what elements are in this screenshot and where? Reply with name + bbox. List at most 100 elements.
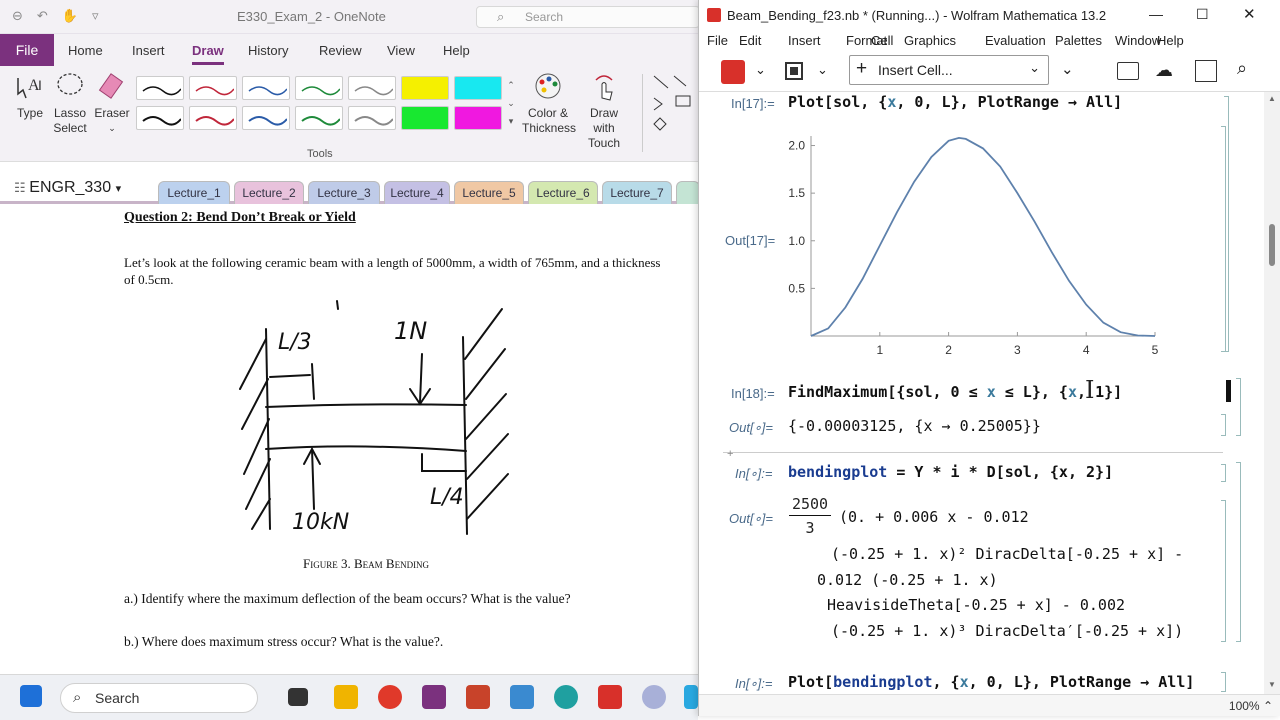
pen-blue-2[interactable] bbox=[242, 106, 290, 130]
onenote-page[interactable]: Question 2: Bend Don’t Break or Yield Le… bbox=[0, 204, 700, 674]
notebook-icon[interactable] bbox=[1195, 60, 1217, 82]
edge-icon[interactable] bbox=[554, 685, 578, 709]
draw-with-touch-tool[interactable]: Draw with Touch bbox=[578, 72, 630, 151]
taskbar-search[interactable]: ⌕ Search bbox=[60, 683, 258, 713]
findmaximum-input-cell[interactable]: FindMaximum[{sol, 0 ≤ x ≤ L}, {x, 1}] bbox=[788, 383, 1122, 401]
section-tab-3[interactable]: Lecture_3 bbox=[308, 181, 380, 204]
section-tab-7[interactable]: Lecture_7 bbox=[602, 181, 672, 204]
app-icon-partial[interactable] bbox=[684, 685, 698, 709]
eraser-dropdown-icon[interactable]: ⌄ bbox=[92, 121, 132, 136]
lasso-select-tool[interactable]: Lasso Select bbox=[50, 72, 90, 136]
cell-bracket[interactable] bbox=[1221, 414, 1226, 436]
cell-bracket[interactable] bbox=[1221, 464, 1226, 482]
tab-insert[interactable]: Insert bbox=[132, 43, 165, 58]
bendingplot-input-cell[interactable]: bendingplot = Y * i * D[sol, {x, 2}] bbox=[788, 463, 1113, 481]
tab-review[interactable]: Review bbox=[319, 43, 362, 58]
menu-window[interactable]: Window bbox=[1115, 33, 1161, 48]
menu-insert[interactable]: Insert bbox=[788, 33, 821, 48]
section-tab-6[interactable]: Lecture_6 bbox=[528, 181, 598, 204]
eraser-tool[interactable]: Eraser ⌄ bbox=[92, 72, 132, 136]
file-explorer-icon[interactable] bbox=[334, 685, 358, 709]
cloud-upload-icon[interactable]: ☁ bbox=[1155, 60, 1173, 81]
scrollbar-thumb[interactable] bbox=[1269, 224, 1275, 266]
zoom-level[interactable]: 100% ⌃ bbox=[1229, 699, 1273, 713]
section-tab-4[interactable]: Lecture_4 bbox=[384, 181, 450, 204]
highlighter-cyan[interactable] bbox=[454, 76, 502, 100]
menu-palettes[interactable]: Palettes bbox=[1055, 33, 1102, 48]
search-icon[interactable]: ⌕ bbox=[1237, 58, 1247, 79]
double-chevron-icon[interactable]: ⌄ bbox=[1061, 60, 1074, 78]
notebook-content[interactable]: In[17]:= Plot[sol, {x, 0, L}, PlotRange … bbox=[699, 92, 1264, 694]
touch-mode-icon[interactable]: ✋ bbox=[62, 8, 78, 24]
scroll-up-icon[interactable]: ▲ bbox=[1268, 94, 1276, 103]
cell-bracket[interactable] bbox=[1221, 126, 1226, 352]
plot-input-cell[interactable]: Plot[sol, {x, 0, L}, PlotRange → All] bbox=[788, 93, 1122, 111]
section-tab-overflow[interactable] bbox=[676, 181, 700, 204]
pen-red-1[interactable] bbox=[189, 76, 237, 100]
section-tab-2[interactable]: Lecture_2 bbox=[234, 181, 304, 204]
type-tool[interactable]: AI Type bbox=[10, 72, 50, 121]
pen-gray-2[interactable] bbox=[348, 106, 396, 130]
maximize-icon[interactable]: ☐ bbox=[1196, 6, 1209, 23]
comment-icon[interactable] bbox=[1117, 62, 1139, 80]
section-tab-1[interactable]: Lecture_1 bbox=[158, 181, 230, 204]
menu-edit[interactable]: Edit bbox=[739, 33, 761, 48]
powerpoint-icon[interactable] bbox=[466, 685, 490, 709]
cell-bracket-selected[interactable] bbox=[1226, 380, 1231, 402]
chrome-icon[interactable] bbox=[378, 685, 402, 709]
menu-help[interactable]: Help bbox=[1157, 33, 1184, 48]
highlighter-magenta[interactable] bbox=[454, 106, 502, 130]
pen-gray-1[interactable] bbox=[348, 76, 396, 100]
r-icon[interactable] bbox=[642, 685, 666, 709]
stop-evaluation-icon[interactable] bbox=[721, 60, 745, 84]
tab-home[interactable]: Home bbox=[68, 43, 103, 58]
cell-bracket[interactable] bbox=[1221, 500, 1226, 642]
search-input[interactable]: ⌕ Search bbox=[476, 6, 700, 28]
tab-file[interactable]: File bbox=[0, 34, 54, 66]
customize-icon[interactable]: ▿ bbox=[92, 8, 99, 24]
cell-group-bracket[interactable] bbox=[1236, 378, 1241, 436]
plot-bendingplot-input-cell[interactable]: Plot[bendingplot, {x, 0, L}, PlotRange →… bbox=[788, 673, 1194, 691]
cell-group-bracket[interactable] bbox=[1236, 462, 1241, 642]
chevron-down-icon[interactable]: ⌄ bbox=[755, 62, 766, 78]
notebook-scrollbar[interactable]: ▲ ▼ bbox=[1264, 92, 1280, 694]
insert-cell-dropdown[interactable]: + Insert Cell... ⌄ bbox=[849, 55, 1049, 85]
tab-view[interactable]: View bbox=[387, 43, 415, 58]
highlighter-yellow[interactable] bbox=[401, 76, 449, 100]
cell-bracket[interactable] bbox=[1221, 672, 1226, 692]
pen-green-1[interactable] bbox=[295, 76, 343, 100]
color-thickness-tool[interactable]: Color & Thickness bbox=[522, 72, 576, 136]
menu-cell[interactable]: Cell bbox=[871, 33, 893, 48]
menu-graphics[interactable]: Graphics bbox=[904, 33, 956, 48]
menu-file[interactable]: File bbox=[707, 33, 728, 48]
shapes-gallery[interactable] bbox=[652, 74, 698, 132]
output-plot[interactable]: 1 2 3 4 5 0.5 1.0 1.5 2.0 bbox=[779, 128, 1169, 358]
pen-black-1[interactable] bbox=[136, 76, 184, 100]
back-icon[interactable]: ⊖ bbox=[12, 8, 23, 24]
x-var: x bbox=[986, 383, 996, 401]
insert-cell-plus-icon[interactable]: + bbox=[727, 448, 733, 460]
minimize-icon[interactable]: — bbox=[1149, 6, 1163, 22]
pen-black-2[interactable] bbox=[136, 106, 184, 130]
tab-draw[interactable]: Draw bbox=[192, 43, 224, 65]
onenote-icon[interactable] bbox=[422, 685, 446, 709]
pen-green-2[interactable] bbox=[295, 106, 343, 130]
task-view-icon[interactable] bbox=[288, 688, 308, 706]
mathematica-taskbar-icon[interactable] bbox=[598, 685, 622, 709]
pen-gallery-scroll[interactable]: ⌃ ⌄ ▾ bbox=[505, 76, 517, 132]
menu-evaluation[interactable]: Evaluation bbox=[985, 33, 1046, 48]
undo-icon[interactable]: ↶ bbox=[37, 8, 48, 24]
tab-help[interactable]: Help bbox=[443, 43, 470, 58]
tab-history[interactable]: History bbox=[248, 43, 288, 58]
app-icon[interactable] bbox=[510, 685, 534, 709]
close-icon[interactable]: ✕ bbox=[1243, 5, 1256, 23]
notebook-selector[interactable]: ☷ ENGR_330 ▾ bbox=[14, 179, 121, 197]
abort-icon[interactable] bbox=[785, 62, 803, 80]
section-tab-5[interactable]: Lecture_5 bbox=[454, 181, 524, 204]
windows-start-icon[interactable] bbox=[20, 685, 42, 707]
scroll-down-icon[interactable]: ▼ bbox=[1268, 680, 1276, 689]
pen-blue-1[interactable] bbox=[242, 76, 290, 100]
pen-red-2[interactable] bbox=[189, 106, 237, 130]
chevron-down-icon[interactable]: ⌄ bbox=[817, 62, 828, 78]
highlighter-green[interactable] bbox=[401, 106, 449, 130]
